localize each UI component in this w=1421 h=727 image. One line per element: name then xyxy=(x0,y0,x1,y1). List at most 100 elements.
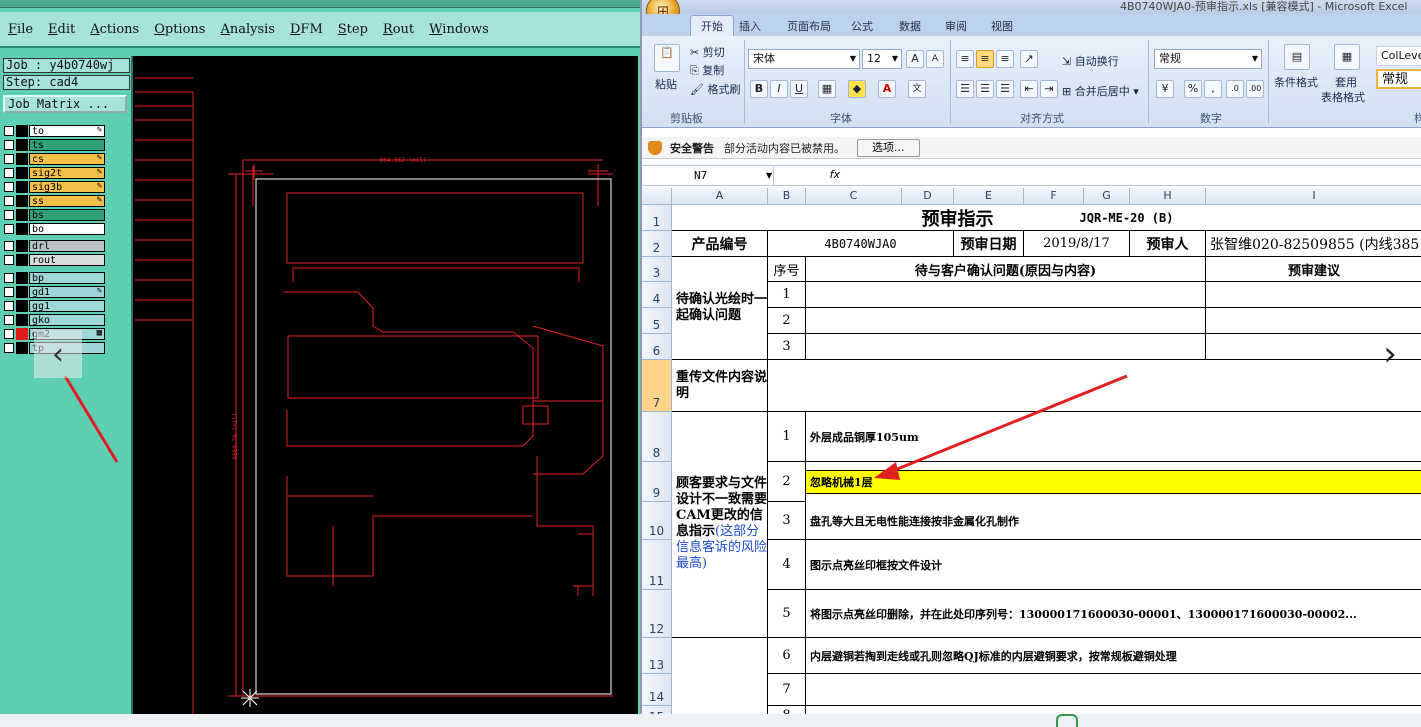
tab-home[interactable]: 开始 xyxy=(690,15,734,36)
row-header[interactable]: 9 xyxy=(642,462,672,502)
percent-icon[interactable]: % xyxy=(1184,80,1202,98)
row-header[interactable]: 14 xyxy=(642,674,672,706)
layer-color-swatch[interactable] xyxy=(16,208,28,221)
borders-icon[interactable]: ▦ xyxy=(818,80,836,98)
tab-insert[interactable]: 插入 xyxy=(739,18,761,34)
layer-row[interactable]: to ✎ xyxy=(3,124,105,137)
column-header[interactable]: E xyxy=(954,188,1024,205)
layer-name[interactable]: bo xyxy=(29,222,105,235)
layer-row[interactable]: gko xyxy=(3,313,105,326)
security-options-button[interactable]: 选项... xyxy=(857,138,920,157)
fill-color-icon[interactable]: ◆ xyxy=(848,80,866,98)
layer-checkbox[interactable] xyxy=(4,181,14,192)
issues-header[interactable]: 待与客户确认问题(原因与内容) xyxy=(806,257,1206,282)
job-matrix-button[interactable]: Job Matrix ... xyxy=(3,95,127,113)
decrease-decimal-icon[interactable]: .00 xyxy=(1246,80,1264,98)
column-header[interactable]: G xyxy=(1084,188,1130,205)
select-all-corner[interactable] xyxy=(642,188,672,205)
layer-checkbox[interactable] xyxy=(4,314,14,325)
reviewer-value[interactable]: 张智维020-82509855 (内线385 xyxy=(1206,231,1421,257)
layer-color-swatch[interactable] xyxy=(16,152,28,165)
worksheet-grid[interactable]: A B C D E F G H I 1 2 3 4 5 6 7 8 9 10 1… xyxy=(642,188,1421,714)
confirm-seq-2[interactable]: 2 xyxy=(768,308,806,334)
layer-name[interactable]: rout xyxy=(29,253,105,266)
nav-prev-button[interactable]: ‹ xyxy=(34,330,82,378)
font-size-select[interactable]: 12 ▼ xyxy=(862,49,902,69)
item-text[interactable]: 图示点亮丝印框按文件设计 xyxy=(806,540,1421,590)
align-left-icon[interactable]: ☰ xyxy=(956,80,974,98)
tab-formulas[interactable]: 公式 xyxy=(851,18,873,34)
item-number[interactable]: 6 xyxy=(768,638,806,674)
layer-color-swatch[interactable] xyxy=(16,180,28,193)
row-header[interactable]: 5 xyxy=(642,308,672,334)
layer-color-swatch[interactable] xyxy=(16,124,28,137)
layer-color-swatch[interactable] xyxy=(16,253,28,266)
item-number[interactable]: 4 xyxy=(768,540,806,590)
review-date-label[interactable]: 预审日期 xyxy=(954,231,1024,257)
wrap-text-button[interactable]: ⇲ 自动换行 xyxy=(1062,53,1119,69)
align-center-icon[interactable]: ☰ xyxy=(976,80,994,98)
align-top-icon[interactable]: ≡ xyxy=(956,50,974,68)
layer-name[interactable]: gd1 ✎ xyxy=(29,285,105,298)
item-text[interactable]: 忽略机械1层 xyxy=(806,470,1421,494)
shrink-font-icon[interactable]: A xyxy=(926,50,944,68)
row-header[interactable]: 11 xyxy=(642,540,672,590)
orientation-icon[interactable]: ↗ xyxy=(1020,50,1038,68)
empty-group-cell[interactable] xyxy=(672,638,768,714)
item-number[interactable]: 1 xyxy=(768,412,806,462)
product-no-label[interactable]: 产品编号 xyxy=(672,231,768,257)
item-number[interactable]: 3 xyxy=(768,502,806,540)
layer-row[interactable]: sig3b ✎ xyxy=(3,180,105,193)
layer-color-swatch[interactable] xyxy=(16,138,28,151)
italic-icon[interactable]: I xyxy=(770,80,788,98)
row-header[interactable]: 12 xyxy=(642,590,672,638)
layer-row[interactable]: gg1 xyxy=(3,299,105,312)
layer-checkbox[interactable] xyxy=(4,167,14,178)
column-header[interactable]: I xyxy=(1206,188,1421,205)
layer-row[interactable]: gd1 ✎ xyxy=(3,285,105,298)
increase-decimal-icon[interactable]: .0 xyxy=(1226,80,1244,98)
row-header[interactable]: 7 xyxy=(642,360,672,412)
layer-row[interactable]: bp xyxy=(3,271,105,284)
layer-checkbox[interactable] xyxy=(4,209,14,220)
layer-color-swatch[interactable] xyxy=(16,194,28,207)
row-header[interactable]: 15 xyxy=(642,706,672,714)
column-header[interactable]: D xyxy=(902,188,954,205)
nav-next-button[interactable]: › xyxy=(1366,330,1414,378)
currency-icon[interactable]: ¥ xyxy=(1156,80,1174,98)
sheet-title-row[interactable]: 预审指示 JQR-ME-20 (B) xyxy=(672,205,1421,231)
layer-name[interactable]: cs ✎ xyxy=(29,152,105,165)
layer-checkbox[interactable] xyxy=(4,300,14,311)
row-header[interactable]: 3 xyxy=(642,257,672,282)
number-format-select[interactable]: 常规 ▼ xyxy=(1154,49,1262,69)
row-header[interactable]: 8 xyxy=(642,412,672,462)
bold-icon[interactable]: B xyxy=(750,80,768,98)
layer-name[interactable]: bs xyxy=(29,208,105,221)
layer-row[interactable]: bo xyxy=(3,222,105,235)
layer-name[interactable]: bp xyxy=(29,271,105,284)
confirm-seq-3[interactable]: 3 xyxy=(768,334,806,360)
confirm-suggestion-cell[interactable] xyxy=(1206,282,1421,308)
layer-checkbox[interactable] xyxy=(4,223,14,234)
column-header[interactable]: F xyxy=(1024,188,1084,205)
layer-checkbox[interactable] xyxy=(4,153,14,164)
layer-name[interactable]: drl xyxy=(29,239,105,252)
reupload-content[interactable] xyxy=(768,360,1421,412)
increase-indent-icon[interactable]: ⇥ xyxy=(1040,80,1058,98)
layer-name[interactable]: gg1 xyxy=(29,299,105,312)
font-name-select[interactable]: 宋体 ▼ xyxy=(748,49,860,69)
tab-page-layout[interactable]: 页面布局 xyxy=(787,18,831,34)
row-header[interactable]: 4 xyxy=(642,282,672,308)
layer-row[interactable]: ss ✎ xyxy=(3,194,105,207)
item-number[interactable]: 7 xyxy=(768,674,806,706)
font-color-icon[interactable]: A xyxy=(878,80,896,98)
layer-checkbox[interactable] xyxy=(4,139,14,150)
item-text[interactable]: 将图示点亮丝印删除，并在此处印序列号：130000171600030-00001… xyxy=(806,590,1421,638)
suggestion-header[interactable]: 预审建议 xyxy=(1206,257,1421,282)
layer-row[interactable]: sig2t ✎ xyxy=(3,166,105,179)
row-header[interactable]: 1 xyxy=(642,205,672,231)
tab-review[interactable]: 审阅 xyxy=(945,18,967,34)
menu-dfm[interactable]: DFM xyxy=(290,22,323,37)
conditional-format-button[interactable]: 条件格式 xyxy=(1274,74,1318,90)
merge-center-button[interactable]: ⊞ 合并后居中 ▾ xyxy=(1062,83,1139,99)
